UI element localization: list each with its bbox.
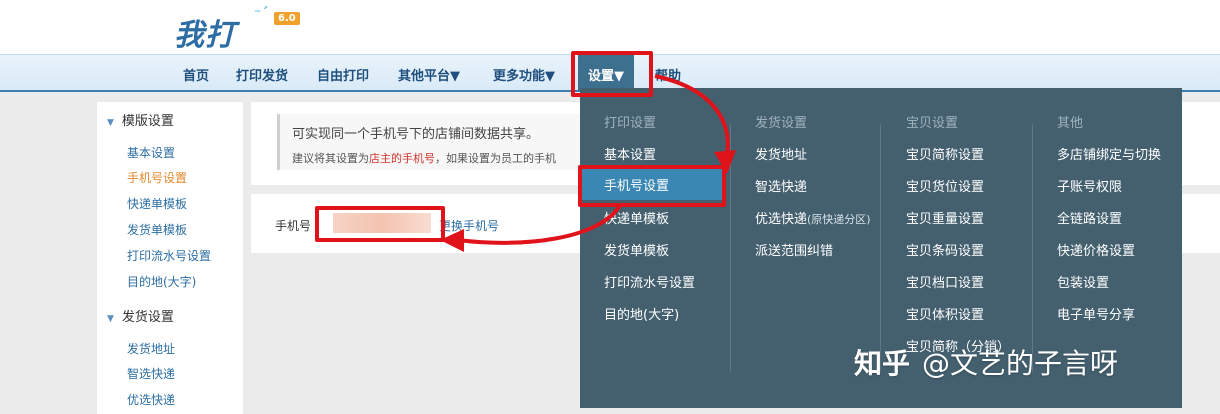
sidebar-item-preferred-express[interactable]: 优选快递 <box>127 391 175 408</box>
sidebar-group-title: 模版设置 <box>121 114 174 129</box>
menu-item-preferred-express-label: 优选快递 <box>755 212 808 227</box>
sidebar-group-template[interactable]: ▼ 模版设置 <box>107 110 174 129</box>
notice-sub-prefix: 建议将其设置为 <box>292 152 369 165</box>
menu-item-item-weight[interactable]: 宝贝重量设置 <box>906 208 984 227</box>
change-phone-link[interactable]: 更换手机号 <box>439 217 499 234</box>
menu-item-preferred-express-note: (原快递分区) <box>807 213 871 226</box>
sidebar-item-smart-express[interactable]: 智选快递 <box>127 365 175 382</box>
collapse-triangle-icon: ▼ <box>107 314 114 324</box>
logo-spark-icon: ⁻´ <box>254 6 269 22</box>
menu-item-ship-address[interactable]: 发货地址 <box>755 144 807 163</box>
menu-item-express-price[interactable]: 快递价格设置 <box>1057 240 1135 259</box>
notice-box: 可实现同一个手机号下的店铺间数据共享。 建议将其设置为店主的手机号，如果设置为员… <box>277 114 617 170</box>
dropdown-col-title-print: 打印设置 <box>604 116 657 131</box>
collapse-triangle-icon: ▼ <box>107 118 114 128</box>
menu-item-item-stall[interactable]: 宝贝档口设置 <box>906 272 984 291</box>
menu-item-item-location[interactable]: 宝贝货位设置 <box>906 176 984 195</box>
menu-item-smart-express[interactable]: 智选快递 <box>755 176 807 195</box>
sidebar-item-basic[interactable]: 基本设置 <box>127 144 175 161</box>
nav-more-features[interactable]: 更多功能▼ <box>493 65 555 84</box>
menu-item-item-volume[interactable]: 宝贝体积设置 <box>906 304 984 323</box>
watermark-author: @文艺的子言呀 <box>922 347 1119 380</box>
menu-item-destination[interactable]: 目的地(大字) <box>604 304 679 323</box>
nav-home[interactable]: 首页 <box>183 65 209 84</box>
notice-sub-suffix: ，如果设置为员工的手机 <box>435 152 556 165</box>
notice-main-text: 可实现同一个手机号下的店铺间数据共享。 <box>292 127 540 142</box>
menu-item-preferred-express[interactable]: 优选快递(原快递分区) <box>755 208 871 227</box>
menu-item-multi-store[interactable]: 多店铺绑定与切换 <box>1057 144 1161 163</box>
sidebar-item-serial-number[interactable]: 打印流水号设置 <box>127 247 211 264</box>
sidebar-item-express-template[interactable]: 快递单模板 <box>127 195 187 212</box>
menu-item-delivery-range[interactable]: 派送范围纠错 <box>755 240 833 259</box>
menu-item-basic[interactable]: 基本设置 <box>604 144 656 163</box>
menu-item-full-link[interactable]: 全链路设置 <box>1057 208 1122 227</box>
version-badge: 6.0 <box>274 12 300 25</box>
header: 我打 ⁻´ 6.0 <box>0 0 1220 54</box>
sidebar-item-phone[interactable]: 手机号设置 <box>127 169 187 186</box>
notice-sub-text: 建议将其设置为店主的手机号，如果设置为员工的手机 <box>292 150 556 166</box>
sidebar-item-invoice-template[interactable]: 发货单模板 <box>127 221 187 238</box>
logo[interactable]: 我打 <box>174 10 236 54</box>
dropdown-col-title-item: 宝贝设置 <box>906 116 959 131</box>
nav-free-print[interactable]: 自由打印 <box>317 65 369 84</box>
column-divider <box>1032 124 1033 372</box>
nav-help[interactable]: 帮助 <box>655 65 681 84</box>
menu-item-invoice-template[interactable]: 发货单模板 <box>604 240 669 259</box>
zhihu-watermark: 知乎 @文艺的子言呀 <box>854 342 1118 382</box>
dropdown-col-title-shipping: 发货设置 <box>755 116 808 131</box>
watermark-zhihu: 知乎 <box>854 347 911 380</box>
menu-item-item-barcode[interactable]: 宝贝条码设置 <box>906 240 984 259</box>
sidebar-group-shipping[interactable]: ▼ 发货设置 <box>107 306 174 325</box>
phone-label: 手机号 <box>275 219 312 233</box>
column-divider <box>730 124 731 372</box>
sidebar-group-title: 发货设置 <box>121 310 174 325</box>
menu-item-sub-account[interactable]: 子账号权限 <box>1057 176 1122 195</box>
dropdown-col-title-other: 其他 <box>1057 116 1084 131</box>
column-divider <box>880 124 881 372</box>
menu-item-item-alias[interactable]: 宝贝简称设置 <box>906 144 984 163</box>
menu-item-serial-number[interactable]: 打印流水号设置 <box>604 272 695 291</box>
menu-item-phone-settings[interactable]: 手机号设置 <box>582 168 724 200</box>
settings-sidebar: ▼ 模版设置 基本设置 手机号设置 快递单模板 发货单模板 打印流水号设置 目的地… <box>97 102 243 414</box>
nav-other-platforms[interactable]: 其他平台▼ <box>398 65 460 84</box>
nav-print-ship[interactable]: 打印发货 <box>236 65 288 84</box>
notice-highlight: 店主的手机号 <box>369 152 435 165</box>
sidebar-item-destination[interactable]: 目的地(大字) <box>127 273 196 290</box>
phone-number-value-redacted <box>333 213 431 233</box>
menu-item-express-template[interactable]: 快递单模板 <box>604 208 669 227</box>
menu-item-packaging[interactable]: 包装设置 <box>1057 272 1109 291</box>
menu-item-waybill-share[interactable]: 电子单号分享 <box>1057 304 1135 323</box>
nav-settings[interactable]: 设置▼ <box>578 55 634 91</box>
sidebar-item-ship-address[interactable]: 发货地址 <box>127 340 175 357</box>
main-nav: 首页 打印发货 自由打印 其他平台▼ 更多功能▼ 设置▼ 帮助 <box>0 54 1220 92</box>
